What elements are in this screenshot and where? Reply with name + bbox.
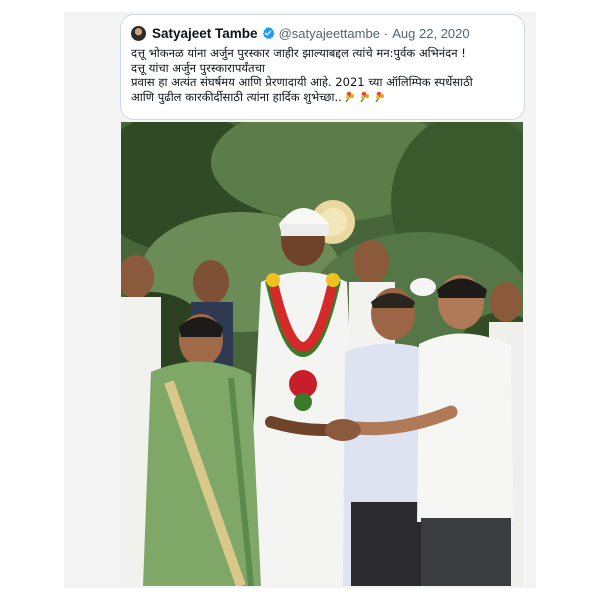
tweet-line: प्रवास हा अत्यंत संघर्षमय आणि प्रेरणादाय… — [131, 75, 473, 90]
author-name[interactable]: Satyajeet Tambe — [152, 26, 258, 41]
tweet-line-text: आणि पुढील कारकीर्दीसाठी त्यांना हार्दिक … — [131, 89, 342, 104]
profile-avatar[interactable] — [131, 25, 146, 41]
verified-badge-icon — [261, 26, 275, 40]
tweet-line: दत्तू भोकनळ यांना अर्जुन पुरस्कार जाहीर … — [131, 46, 466, 60]
bouquet-emoji — [344, 90, 388, 107]
photo-illustration — [121, 122, 523, 586]
tweet-card[interactable]: Satyajeet Tambe @satyajeettambe · Aug 22… — [120, 14, 525, 120]
tweet-photo[interactable] — [121, 122, 523, 586]
tweet-text: दत्तू भोकनळ यांना अर्जुन पुरस्कार जाहीर … — [131, 46, 514, 106]
author-handle[interactable]: @satyajeettambe — [279, 26, 380, 41]
tweet-line: दत्तू यांचा अर्जुन पुरस्कारापर्यंतचा — [131, 60, 265, 75]
tweet-header: Satyajeet Tambe @satyajeettambe · Aug 22… — [131, 24, 514, 42]
meta-separator: · — [383, 25, 389, 41]
tweet-date[interactable]: Aug 22, 2020 — [392, 26, 469, 41]
tweet-line-last: आणि पुढील कारकीर्दीसाठी त्यांना हार्दिक … — [131, 90, 514, 107]
